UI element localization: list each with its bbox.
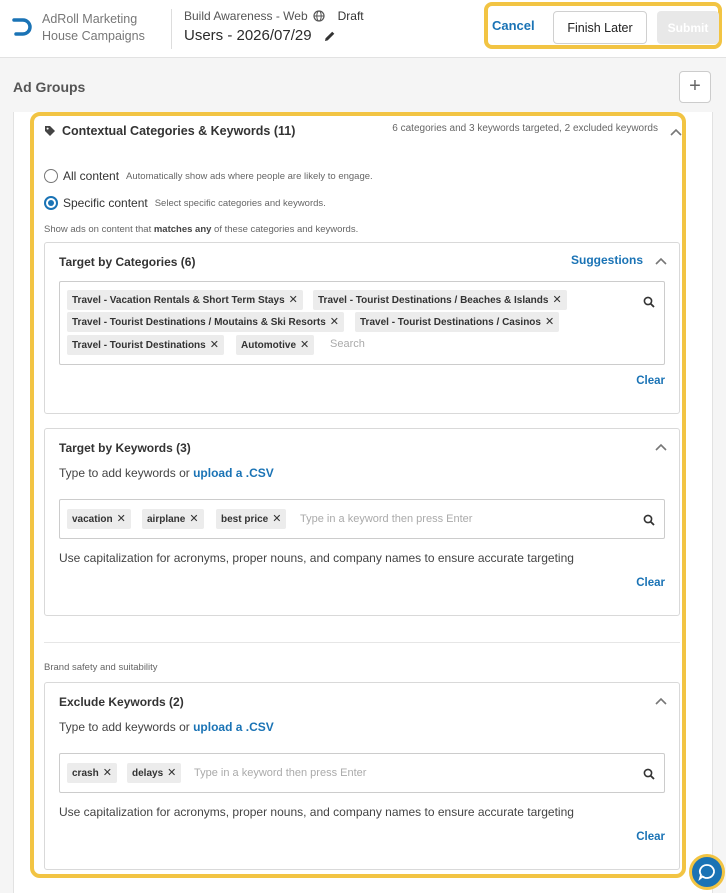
category-chip[interactable]: Travel - Tourist Destinations / Beaches …	[313, 290, 567, 310]
keywords-title: Target by Keywords (3)	[59, 441, 191, 455]
chevron-up-icon[interactable]	[655, 257, 667, 265]
header-actions: Cancel Finish Later Submit	[484, 2, 722, 49]
chevron-up-icon[interactable]	[655, 697, 667, 705]
radio-specific-content[interactable]: Specific content Select specific categor…	[44, 196, 326, 210]
suggestions-link[interactable]: Suggestions	[571, 253, 643, 267]
keywords-hint: Type to add keywords or upload a .CSV	[59, 466, 274, 480]
upload-csv-link[interactable]: upload a .CSV	[193, 720, 274, 734]
pencil-edit-icon[interactable]	[324, 30, 336, 42]
categories-input[interactable]: Travel - Vacation Rentals & Short Term S…	[59, 281, 665, 365]
keyword-chip[interactable]: vacation ✕	[67, 509, 131, 529]
remove-chip-icon[interactable]: ✕	[330, 316, 339, 328]
remove-chip-icon[interactable]: ✕	[300, 339, 309, 351]
clear-categories-button[interactable]: Clear	[636, 375, 665, 387]
tag-icon	[45, 126, 55, 136]
adroll-logo-icon	[12, 18, 32, 36]
keywords-input[interactable]: vacation ✕ airplane ✕ best price ✕ Type in …	[59, 499, 665, 539]
page-title: Users - 2026/07/29	[184, 27, 312, 44]
match-rule-text: Show ads on content that matches any of …	[44, 224, 359, 235]
radio-button-selected[interactable]	[44, 196, 58, 210]
status-badge: Draft	[337, 9, 364, 23]
search-icon[interactable]	[643, 514, 655, 526]
cancel-button[interactable]: Cancel	[492, 18, 535, 33]
keywords-note: Use capitalization for acronyms, proper …	[59, 551, 574, 565]
categories-title: Target by Categories (6)	[59, 255, 196, 269]
remove-chip-icon[interactable]: ✕	[117, 513, 126, 525]
exclude-input[interactable]: crash ✕ delays ✕ Type in a keyword then pr…	[59, 753, 665, 793]
chat-bubble-icon	[698, 864, 715, 881]
chevron-up-icon[interactable]	[655, 443, 667, 451]
clear-keywords-button[interactable]: Clear	[636, 577, 665, 589]
exclude-hint: Type to add keywords or upload a .CSV	[59, 720, 274, 734]
section-summary: 6 categories and 3 keywords targeted, 2 …	[392, 123, 658, 134]
top-header: AdRoll Marketing House Campaigns Build A…	[0, 0, 726, 58]
organization-name[interactable]: AdRoll Marketing House Campaigns	[42, 11, 145, 45]
remove-chip-icon[interactable]: ✕	[103, 767, 112, 779]
exclude-title: Exclude Keywords (2)	[59, 695, 184, 709]
clear-exclude-button[interactable]: Clear	[636, 831, 665, 843]
target-keywords-card: Target by Keywords (3) Type to add keywo…	[44, 428, 680, 616]
remove-chip-icon[interactable]: ✕	[189, 513, 198, 525]
submit-button[interactable]: Submit	[657, 11, 719, 44]
exclude-keywords-card: Exclude Keywords (2) Type to add keyword…	[44, 682, 680, 870]
keyword-placeholder: Type in a keyword then press Enter	[300, 513, 473, 525]
contextual-section: Contextual Categories & Keywords (11) 6 …	[30, 112, 686, 878]
exclude-placeholder: Type in a keyword then press Enter	[194, 767, 367, 779]
brand-safety-label: Brand safety and suitability	[44, 662, 158, 673]
category-chip[interactable]: Travel - Vacation Rentals & Short Term S…	[67, 290, 303, 310]
category-chip[interactable]: Travel - Tourist Destinations ✕	[67, 335, 224, 355]
section-header[interactable]: Contextual Categories & Keywords (11)	[44, 124, 295, 138]
exclude-chip[interactable]: crash ✕	[67, 763, 117, 783]
keyword-chip[interactable]: airplane ✕	[142, 509, 204, 529]
remove-chip-icon[interactable]: ✕	[167, 767, 176, 779]
chevron-up-icon[interactable]	[670, 128, 682, 136]
search-placeholder: Search	[330, 338, 365, 350]
search-icon[interactable]	[643, 296, 655, 308]
chat-support-button[interactable]	[689, 854, 725, 890]
remove-chip-icon[interactable]: ✕	[552, 294, 561, 306]
remove-chip-icon[interactable]: ✕	[210, 339, 219, 351]
target-categories-card: Target by Categories (6) Suggestions Tra…	[44, 242, 680, 414]
campaign-name: Build Awareness - Web	[184, 9, 308, 23]
page-title-row: Users - 2026/07/29	[184, 27, 336, 44]
keyword-chip[interactable]: best price ✕	[216, 509, 287, 529]
category-chip[interactable]: Travel - Tourist Destinations / Moutains…	[67, 312, 344, 332]
exclude-chip[interactable]: delays ✕	[127, 763, 182, 783]
category-chip[interactable]: Travel - Tourist Destinations / Casinos ✕	[355, 312, 560, 332]
header-divider	[171, 9, 172, 49]
radio-button[interactable]	[44, 169, 58, 183]
campaign-info: Build Awareness - Web Draft	[184, 9, 364, 23]
search-icon[interactable]	[643, 768, 655, 780]
add-ad-group-button[interactable]: +	[679, 71, 711, 103]
upload-csv-link[interactable]: upload a .CSV	[193, 466, 274, 480]
radio-all-content[interactable]: All content Automatically show ads where…	[44, 169, 373, 183]
remove-chip-icon[interactable]: ✕	[545, 316, 554, 328]
ad-groups-heading: Ad Groups	[13, 79, 86, 95]
globe-icon	[313, 10, 325, 22]
remove-chip-icon[interactable]: ✕	[289, 294, 298, 306]
section-divider	[44, 642, 680, 643]
category-chip[interactable]: Automotive ✕	[236, 335, 315, 355]
exclude-note: Use capitalization for acronyms, proper …	[59, 805, 574, 819]
finish-later-button[interactable]: Finish Later	[553, 11, 647, 44]
section-title: Contextual Categories & Keywords (11)	[62, 124, 296, 138]
remove-chip-icon[interactable]: ✕	[272, 513, 281, 525]
